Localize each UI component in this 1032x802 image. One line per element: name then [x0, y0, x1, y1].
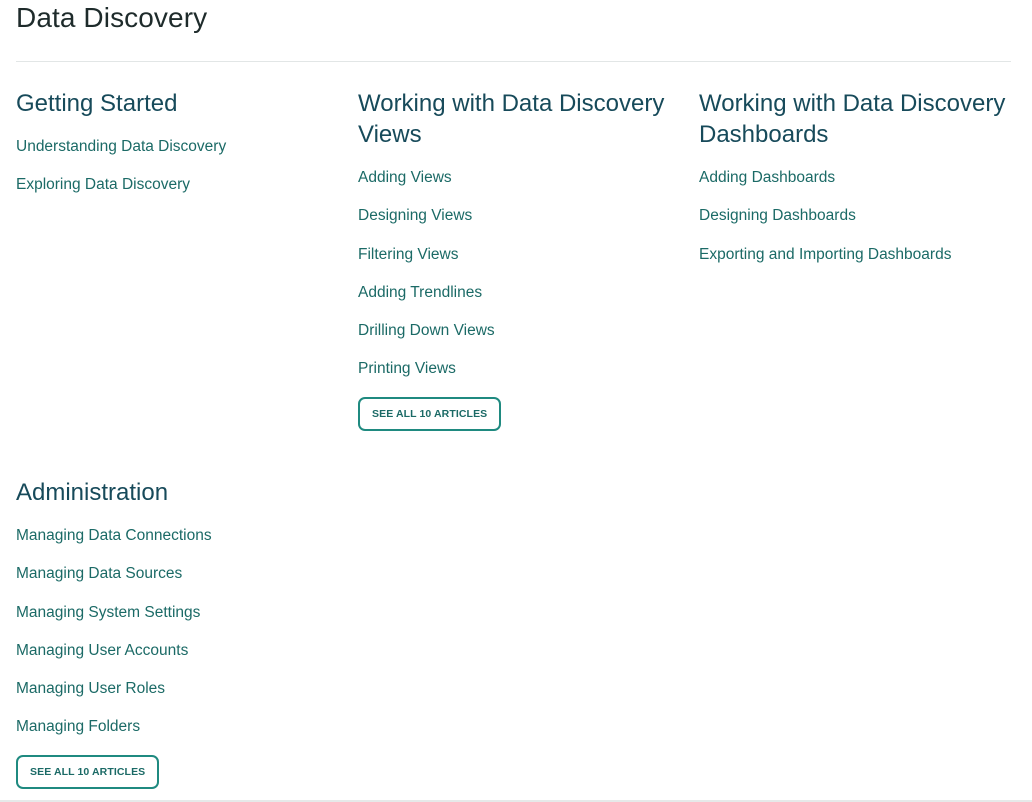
- article-list: Adding Views Designing Views Filtering V…: [358, 167, 678, 397]
- article-link-managing-user-roles[interactable]: Managing User Roles: [16, 680, 165, 697]
- article-link-adding-dashboards[interactable]: Adding Dashboards: [699, 169, 835, 186]
- article-list: Adding Dashboards Designing Dashboards E…: [699, 167, 1011, 282]
- list-item: Adding Trendlines: [358, 282, 678, 320]
- article-link-drilling-down-views[interactable]: Drilling Down Views: [358, 322, 495, 339]
- section-title: Working with Data Discovery Views: [358, 90, 665, 148]
- article-link-managing-system-settings[interactable]: Managing System Settings: [16, 604, 200, 621]
- list-item: Adding Dashboards: [699, 167, 1011, 205]
- article-link-managing-user-accounts[interactable]: Managing User Accounts: [16, 642, 188, 659]
- list-item: Designing Dashboards: [699, 205, 1011, 243]
- article-link-exporting-importing-dashboards[interactable]: Exporting and Importing Dashboards: [699, 246, 951, 263]
- see-all-articles-button[interactable]: SEE ALL 10 ARTICLES: [16, 754, 160, 789]
- article-link-designing-views[interactable]: Designing Views: [358, 207, 472, 224]
- article-link-filtering-views[interactable]: Filtering Views: [358, 246, 459, 263]
- section-dashboards: Working with Data Discovery Dashboards A…: [699, 88, 1011, 282]
- article-link-designing-dashboards[interactable]: Designing Dashboards: [699, 207, 856, 224]
- section-views: Working with Data Discovery Views Adding…: [358, 88, 678, 431]
- section-title: Getting Started: [16, 90, 178, 117]
- article-link-printing-views[interactable]: Printing Views: [358, 360, 456, 377]
- list-item: Exporting and Importing Dashboards: [699, 244, 1011, 282]
- section-title: Working with Data Discovery Dashboards: [699, 90, 1006, 148]
- article-link-exploring-data-discovery[interactable]: Exploring Data Discovery: [16, 176, 190, 193]
- list-item: Managing User Roles: [16, 678, 336, 716]
- article-link-managing-data-sources[interactable]: Managing Data Sources: [16, 565, 182, 582]
- article-link-adding-views[interactable]: Adding Views: [358, 169, 452, 186]
- page-title: Data Discovery: [16, 2, 208, 33]
- list-item: Adding Views: [358, 167, 678, 205]
- list-item: Managing System Settings: [16, 602, 336, 640]
- section-administration: Administration Managing Data Connections…: [16, 477, 336, 789]
- list-item: Filtering Views: [358, 244, 678, 282]
- article-link-understanding-data-discovery[interactable]: Understanding Data Discovery: [16, 138, 226, 155]
- list-item: Managing Data Connections: [16, 525, 336, 563]
- list-item: Designing Views: [358, 205, 678, 243]
- article-link-managing-data-connections[interactable]: Managing Data Connections: [16, 527, 212, 544]
- see-all-articles-button[interactable]: SEE ALL 10 ARTICLES: [358, 396, 502, 431]
- list-item: Exploring Data Discovery: [16, 174, 336, 212]
- article-list: Managing Data Connections Managing Data …: [16, 525, 336, 755]
- section-getting-started: Getting Started Understanding Data Disco…: [16, 88, 336, 213]
- list-item: Drilling Down Views: [358, 320, 678, 358]
- title-divider: [16, 61, 1011, 62]
- article-link-managing-folders[interactable]: Managing Folders: [16, 718, 140, 735]
- list-item: Managing Folders: [16, 716, 336, 754]
- list-item: Printing Views: [358, 358, 678, 396]
- list-item: Understanding Data Discovery: [16, 136, 336, 174]
- list-item: Managing User Accounts: [16, 640, 336, 678]
- article-list: Understanding Data Discovery Exploring D…: [16, 136, 336, 213]
- section-title: Administration: [16, 479, 169, 506]
- article-link-adding-trendlines[interactable]: Adding Trendlines: [358, 284, 482, 301]
- list-item: Managing Data Sources: [16, 563, 336, 601]
- page-container: Data Discovery Getting Started Understan…: [16, 0, 1011, 802]
